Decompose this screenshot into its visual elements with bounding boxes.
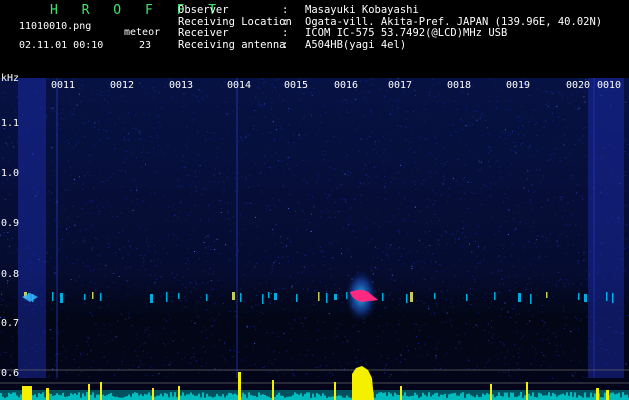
x-tick-label: 0017 bbox=[388, 80, 413, 91]
y-tick-label: 0.6 bbox=[1, 368, 20, 379]
image-filename: 11010010.png bbox=[19, 21, 92, 32]
capture-datetime: 02.11.01 00:10 bbox=[19, 40, 104, 51]
info-sep: : bbox=[282, 38, 289, 51]
y-tick-label: 1.1 bbox=[1, 118, 20, 129]
info-key-observer: Observer bbox=[178, 4, 229, 16]
x-tick-label: 0015 bbox=[284, 80, 309, 91]
x-tick-label: 0019 bbox=[506, 80, 531, 91]
info-sep: : bbox=[282, 4, 289, 16]
y-tick-label: 0.7 bbox=[1, 318, 20, 329]
spectrogram bbox=[0, 78, 629, 400]
info-value-observer: Masayuki Kobayashi bbox=[305, 4, 419, 16]
x-tick-label: 0014 bbox=[227, 80, 252, 91]
x-tick-label: 0016 bbox=[334, 80, 359, 91]
x-tick-label: 0011 bbox=[51, 80, 76, 91]
info-sep: : bbox=[282, 27, 289, 39]
info-key-receiver: Receiver bbox=[178, 27, 229, 39]
edge-band-left bbox=[18, 78, 46, 378]
info-value-antenna: A504HB(yagi 4el) bbox=[305, 38, 407, 51]
meteor-label: meteor bbox=[124, 27, 161, 38]
y-tick-label: 0.8 bbox=[1, 269, 20, 280]
spectrogram-background bbox=[0, 78, 629, 400]
meteor-count: 23 bbox=[139, 40, 152, 51]
x-tick-label: 0010 bbox=[597, 80, 622, 91]
x-tick-label: 0013 bbox=[169, 80, 194, 91]
y-axis-unit: kHz bbox=[1, 73, 20, 84]
info-key-antenna: Receiving antenna bbox=[178, 38, 286, 51]
x-tick-label: 0018 bbox=[447, 80, 472, 91]
y-tick-label: 0.9 bbox=[1, 218, 20, 229]
x-tick-label: 0020 bbox=[566, 80, 591, 91]
edge-band-right bbox=[588, 78, 624, 378]
y-tick-label: 1.0 bbox=[1, 168, 20, 179]
x-tick-label: 0012 bbox=[110, 80, 135, 91]
info-value-receiver: ICOM IC-575 53.7492(@LCD)MHz USB bbox=[305, 27, 508, 39]
